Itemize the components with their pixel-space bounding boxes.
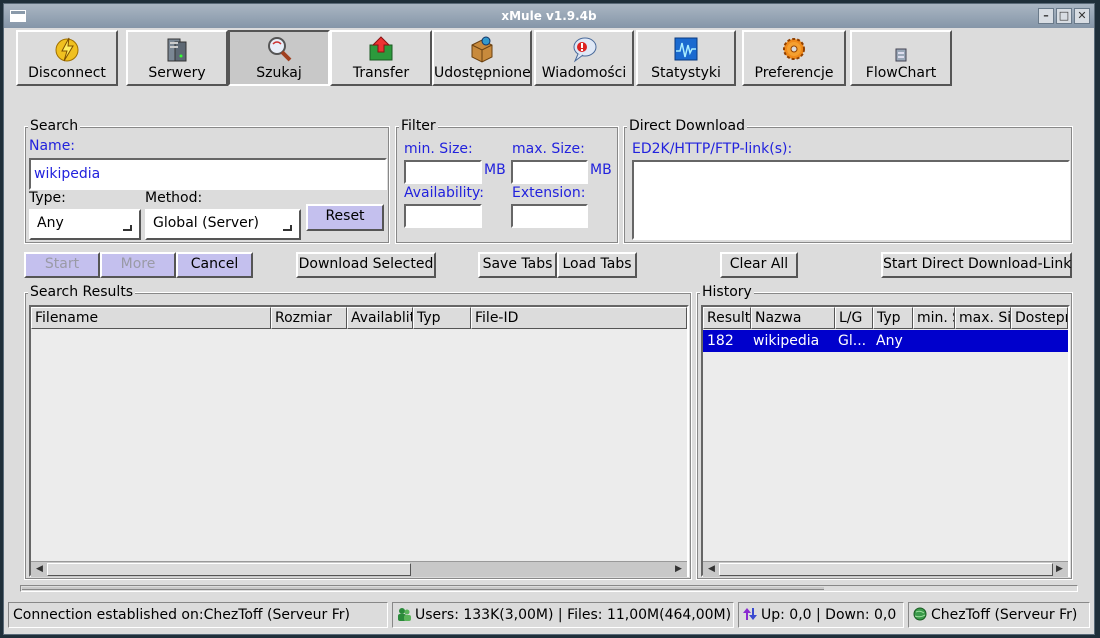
search-results-list[interactable]: Filename Rozmiar Availablity Typ File-ID… bbox=[29, 305, 689, 577]
filter-group-title: Filter bbox=[399, 118, 438, 134]
bottom-splitter[interactable] bbox=[20, 585, 1078, 592]
column-header-availability[interactable]: Dostepność bbox=[1011, 307, 1068, 329]
transfer-status: Up: 0,0 | Down: 0,0 bbox=[738, 602, 904, 628]
download-selected-button[interactable]: Download Selected bbox=[296, 252, 436, 278]
min-size-input[interactable] bbox=[404, 160, 482, 184]
server-icon bbox=[167, 38, 187, 62]
column-header-size[interactable]: Rozmiar bbox=[271, 307, 347, 329]
method-select[interactable]: Global (Server) bbox=[145, 209, 301, 240]
disconnect-button[interactable]: Disconnect bbox=[16, 30, 118, 86]
search-name-input[interactable]: wikipedia bbox=[29, 158, 387, 190]
up-down-arrows-icon bbox=[743, 608, 757, 620]
search-group-title: Search bbox=[28, 118, 81, 134]
column-header-availability[interactable]: Availablity bbox=[347, 307, 413, 329]
shared-box-icon bbox=[471, 36, 493, 63]
load-tabs-button[interactable]: Load Tabs bbox=[557, 252, 637, 278]
history-group: History Results Nazwa L/G Typ min. Size … bbox=[696, 284, 1073, 580]
column-header-results[interactable]: Results bbox=[703, 307, 751, 329]
history-row-selected[interactable]: 182 wikipedia Gl... Any bbox=[703, 330, 1068, 352]
search-tab-button[interactable]: Szukaj bbox=[228, 30, 330, 86]
column-header-max-size[interactable]: max. Size bbox=[955, 307, 1011, 329]
direct-download-group-title: Direct Download bbox=[627, 118, 747, 134]
column-header-name[interactable]: Nazwa bbox=[751, 307, 835, 329]
column-header-filename[interactable]: Filename bbox=[31, 307, 271, 329]
clear-all-button[interactable]: Clear All bbox=[720, 252, 798, 278]
method-label: Method: bbox=[145, 190, 203, 206]
extension-input[interactable] bbox=[511, 204, 588, 228]
messages-icon bbox=[573, 37, 597, 63]
minimize-button[interactable]: – bbox=[1038, 8, 1054, 24]
connection-status: Connection established on:ChezToff (Serv… bbox=[8, 602, 388, 628]
type-select[interactable]: Any bbox=[29, 209, 141, 240]
min-size-unit: MB bbox=[484, 162, 506, 178]
scrollbar-thumb[interactable] bbox=[719, 563, 1053, 576]
scroll-right-icon[interactable]: ▶ bbox=[1053, 563, 1066, 576]
transfer-icon bbox=[369, 36, 393, 61]
start-button[interactable]: Start bbox=[24, 252, 100, 278]
users-files-status: Users: 133K(3,00M) | Files: 11,00M(464,0… bbox=[392, 602, 734, 628]
app-window: xMule v1.9.4b – □ ✕ Disconnect Serwery S… bbox=[3, 3, 1095, 635]
scroll-left-icon[interactable]: ◀ bbox=[705, 563, 718, 576]
history-horizontal-scrollbar[interactable]: ◀ ▶ bbox=[703, 561, 1068, 577]
column-header-type[interactable]: Typ bbox=[413, 307, 471, 329]
column-header-lg[interactable]: L/G bbox=[835, 307, 873, 329]
name-label: Name: bbox=[29, 138, 76, 154]
min-size-label: min. Size: bbox=[404, 141, 473, 157]
dropdown-icon bbox=[123, 225, 132, 231]
gear-icon bbox=[783, 38, 805, 60]
reset-button[interactable]: Reset bbox=[306, 204, 384, 231]
statistics-button[interactable]: Statystyki bbox=[636, 30, 736, 86]
extension-label: Extension: bbox=[512, 185, 586, 201]
history-list[interactable]: Results Nazwa L/G Typ min. Size max. Siz… bbox=[701, 305, 1070, 577]
direct-download-group: Direct Download ED2K/HTTP/FTP-link(s): bbox=[623, 118, 1073, 244]
status-bar: Connection established on:ChezToff (Serv… bbox=[8, 602, 1090, 628]
search-results-title: Search Results bbox=[28, 284, 136, 300]
search-results-group: Search Results Filename Rozmiar Availabl… bbox=[24, 284, 692, 580]
close-button[interactable]: ✕ bbox=[1074, 8, 1090, 24]
max-size-unit: MB bbox=[590, 162, 612, 178]
search-group: Search Name: wikipedia Type: Method: Any… bbox=[24, 118, 390, 244]
max-size-input[interactable] bbox=[511, 160, 588, 184]
scroll-right-icon[interactable]: ▶ bbox=[672, 563, 685, 576]
servers-button[interactable]: Serwery bbox=[126, 30, 228, 86]
shared-files-button[interactable]: Udostępnione bbox=[432, 30, 532, 86]
start-direct-download-button[interactable]: Start Direct Download-Link bbox=[881, 252, 1072, 278]
maximize-button[interactable]: □ bbox=[1056, 8, 1072, 24]
window-menu-icon[interactable] bbox=[10, 10, 26, 22]
type-label: Type: bbox=[29, 190, 66, 206]
transfer-button[interactable]: Transfer bbox=[330, 30, 432, 86]
lightning-icon bbox=[55, 37, 79, 62]
splitter-handle[interactable] bbox=[22, 587, 824, 590]
magnifier-icon bbox=[268, 37, 292, 62]
preferences-button[interactable]: Preferencje bbox=[742, 30, 846, 86]
title-bar[interactable]: xMule v1.9.4b – □ ✕ bbox=[4, 4, 1094, 28]
users-icon bbox=[398, 608, 411, 621]
messages-button[interactable]: Wiadomości bbox=[534, 30, 634, 86]
results-horizontal-scrollbar[interactable]: ◀ ▶ bbox=[31, 561, 687, 577]
flowchart-icon bbox=[895, 48, 907, 62]
scroll-left-icon[interactable]: ◀ bbox=[33, 563, 46, 576]
window-title: xMule v1.9.4b bbox=[501, 9, 597, 23]
history-title: History bbox=[700, 284, 754, 300]
ed2k-link-textarea[interactable] bbox=[632, 160, 1070, 240]
availability-input[interactable] bbox=[404, 204, 482, 228]
scrollbar-thumb[interactable] bbox=[47, 563, 411, 576]
dropdown-icon bbox=[283, 225, 292, 231]
flowchart-button[interactable]: FlowChart bbox=[850, 30, 952, 86]
save-tabs-button[interactable]: Save Tabs bbox=[478, 252, 557, 278]
link-label: ED2K/HTTP/FTP-link(s): bbox=[632, 141, 793, 157]
more-button[interactable]: More bbox=[100, 252, 176, 278]
cancel-button[interactable]: Cancel bbox=[176, 252, 253, 278]
server-status: ChezToff (Serveur Fr) bbox=[908, 602, 1090, 628]
max-size-label: max. Size: bbox=[512, 141, 585, 157]
column-header-min-size[interactable]: min. Size bbox=[913, 307, 955, 329]
availability-label: Availability: bbox=[404, 185, 485, 201]
globe-icon bbox=[913, 607, 927, 621]
statistics-icon bbox=[674, 37, 698, 61]
column-header-file-id[interactable]: File-ID bbox=[471, 307, 687, 329]
column-header-type[interactable]: Typ bbox=[873, 307, 913, 329]
filter-group: Filter min. Size: max. Size: MB MB Avail… bbox=[395, 118, 619, 244]
